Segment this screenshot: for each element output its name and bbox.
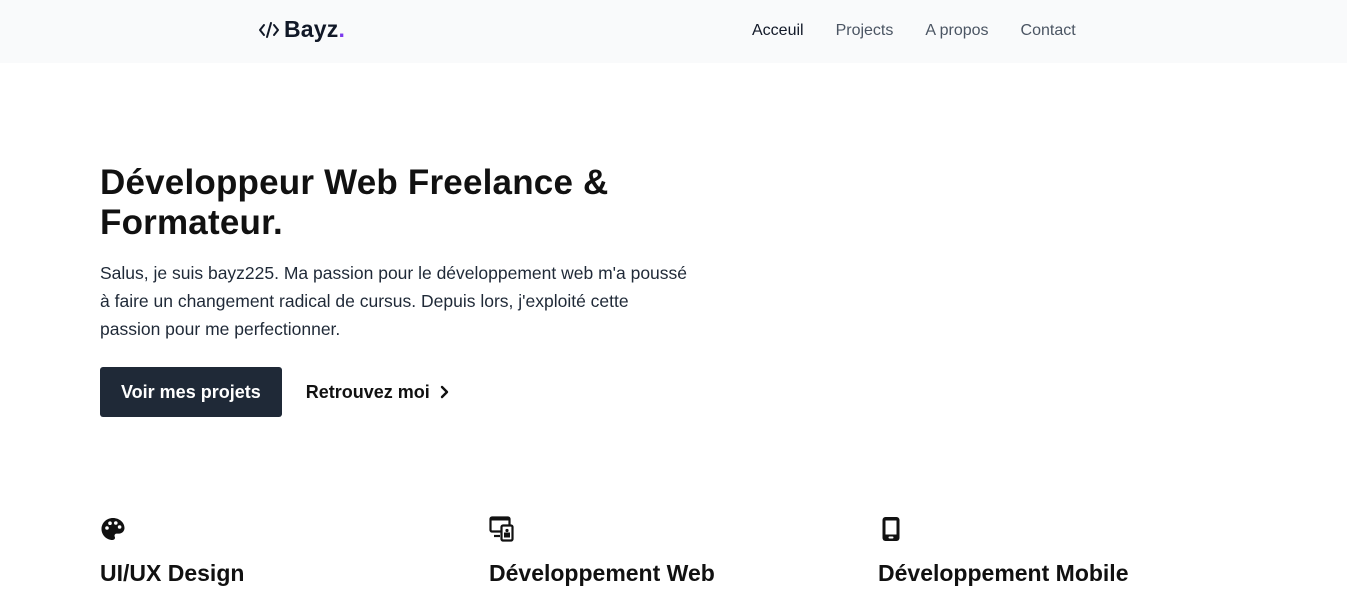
service-title: Développement Mobile (878, 560, 1129, 586)
nav-link-projects[interactable]: Projects (836, 21, 894, 41)
service-title: UI/UX Design (100, 560, 245, 586)
services-section: UI/UX Design Développement Web Développe… (100, 516, 1300, 610)
code-slash-icon (258, 19, 280, 41)
nav-link-acceuil[interactable]: Acceuil (752, 21, 804, 41)
nav-link-contact[interactable]: Contact (1021, 21, 1076, 41)
mobile-phone-icon (878, 516, 904, 542)
navbar: Bayz. Acceuil Projects A propos Contact (0, 0, 1347, 63)
nav-link-a-propos[interactable]: A propos (925, 21, 988, 41)
hero-actions: Voir mes projets Retrouvez moi (100, 367, 450, 417)
chevron-right-icon (438, 385, 450, 399)
service-web-development: Développement Web (489, 516, 715, 587)
devices-icon (489, 516, 515, 542)
service-ui-ux-design: UI/UX Design (100, 516, 244, 587)
palette-icon (100, 516, 126, 542)
hero-title-line1: Développeur Web Freelance & (100, 163, 609, 202)
service-title: Développement Web (489, 560, 715, 586)
view-projects-button[interactable]: Voir mes projets (100, 367, 282, 417)
hero-section: Développeur Web Freelance & Formateur. S… (100, 163, 700, 343)
brand-dot: . (338, 16, 345, 42)
find-me-link[interactable]: Retrouvez moi (306, 382, 450, 403)
hero-title: Développeur Web Freelance & Formateur. (100, 163, 700, 243)
nav-links: Acceuil Projects A propos Contact (752, 21, 1076, 41)
brand-logo[interactable]: Bayz. (258, 16, 345, 43)
hero-title-line2: Formateur. (100, 203, 283, 242)
service-mobile-development: Développement Mobile (878, 516, 1128, 587)
hero-description: Salus, je suis bayz225. Ma passion pour … (100, 263, 688, 339)
brand-name: Bayz (284, 16, 339, 42)
find-me-label: Retrouvez moi (305, 381, 430, 402)
